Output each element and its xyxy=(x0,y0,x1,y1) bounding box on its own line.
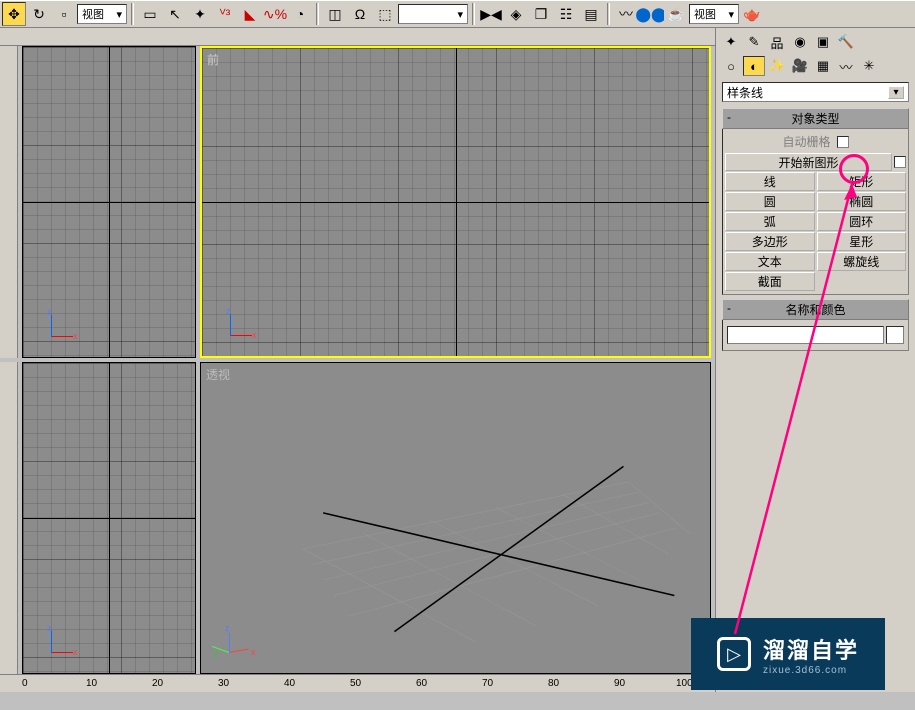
layers-button[interactable]: ❐ xyxy=(529,2,553,26)
viewport-bottom-left[interactable]: xz xyxy=(22,362,196,674)
star-button[interactable]: 星形 xyxy=(817,232,907,251)
toolbar-separator xyxy=(472,3,475,25)
start-new-shape-checkbox[interactable] xyxy=(894,156,906,168)
viewport-perspective[interactable]: 透视 xyxy=(200,362,711,674)
ellipse-button[interactable]: 椭圆 xyxy=(817,192,907,211)
toolbar-separator xyxy=(131,3,134,25)
object-name-input[interactable] xyxy=(727,326,884,344)
name-color-rollout: - 名称和颜色 xyxy=(722,299,909,351)
constraint-button[interactable]: ✦ xyxy=(188,2,212,26)
create-tab-icon[interactable]: ✦ xyxy=(720,32,742,52)
rotate-tool-button[interactable]: ↻ xyxy=(27,2,51,26)
axis-v xyxy=(109,363,110,673)
object-color-swatch[interactable] xyxy=(886,326,904,344)
viewport-label: 透视 xyxy=(206,366,230,383)
shape-type-dropdown[interactable]: 样条线 xyxy=(722,82,909,102)
ngon-button[interactable]: 多边形 xyxy=(725,232,815,251)
helpers-cat-icon[interactable]: ▦ xyxy=(812,56,834,76)
ruler-left xyxy=(0,46,18,358)
lights-cat-icon[interactable]: ✨ xyxy=(766,56,788,76)
shapes-cat-icon[interactable]: ◐ xyxy=(743,56,765,76)
collapse-icon: - xyxy=(727,110,731,124)
section-button[interactable]: 截面 xyxy=(725,272,815,291)
ruler-top xyxy=(0,28,715,46)
main-area: xz 前 xz xyxy=(0,28,915,692)
text-button[interactable]: 文本 xyxy=(725,252,815,271)
arc-button[interactable]: 弧 xyxy=(725,212,815,231)
spinner-snap-button[interactable]: ◔ xyxy=(288,2,312,26)
render-setup-button[interactable]: ⬤⬤ xyxy=(639,2,663,26)
snap-toggle-button[interactable]: ⱽ³ xyxy=(213,2,237,26)
cameras-cat-icon[interactable]: 🎥 xyxy=(789,56,811,76)
autogrid-label: 自动栅格 xyxy=(782,133,830,150)
name-color-header[interactable]: - 名称和颜色 xyxy=(722,299,909,320)
scale-tool-button[interactable]: ▫ xyxy=(52,2,76,26)
spacewarps-cat-icon[interactable]: 〰 xyxy=(835,56,857,76)
material-button[interactable]: ▤ xyxy=(579,2,603,26)
geometry-cat-icon[interactable]: ○ xyxy=(720,56,742,76)
select-button[interactable]: ↖ xyxy=(163,2,187,26)
axis-gizmo: xz xyxy=(222,304,262,344)
mirror-button[interactable]: ▶◀ xyxy=(479,2,503,26)
create-category-row: ○ ◐ ✨ 🎥 ▦ 〰 ✳ xyxy=(718,54,913,78)
viewport-top-left[interactable]: xz xyxy=(22,46,196,358)
watermark-badge: ▷ 溜溜自学 zixue.3d66.com xyxy=(691,618,885,690)
axis-gizmo: xz xyxy=(43,305,83,345)
view-dropdown-2[interactable]: 视图 xyxy=(689,4,739,24)
watermark-title: 溜溜自学 xyxy=(763,633,859,665)
view-dropdown-1[interactable]: 视图 xyxy=(77,4,127,24)
watermark-play-icon: ▷ xyxy=(717,637,751,671)
viewports-area: xz 前 xz xyxy=(0,28,715,692)
autogrid-checkbox[interactable] xyxy=(837,136,849,148)
align-button[interactable]: ◈ xyxy=(504,2,528,26)
ruler-left xyxy=(0,362,18,674)
toolbar-separator xyxy=(316,3,319,25)
ruler-bottom: 0 10 20 30 40 50 60 70 80 90 100 xyxy=(0,674,715,692)
move-tool-button[interactable]: ✥ xyxy=(2,2,26,26)
systems-cat-icon[interactable]: ✳ xyxy=(858,56,880,76)
toggle-button-1[interactable]: ▭ xyxy=(138,2,162,26)
tool-button-a[interactable]: Ω xyxy=(348,2,372,26)
percent-snap-button[interactable]: ∿% xyxy=(263,2,287,26)
rectangle-button[interactable]: 矩形 xyxy=(817,172,907,191)
modify-tab-icon[interactable]: ✎ xyxy=(743,32,765,52)
angle-snap-button[interactable]: ◣ xyxy=(238,2,262,26)
viewport-front[interactable]: 前 xz xyxy=(200,46,711,358)
motion-tab-icon[interactable]: ◉ xyxy=(789,32,811,52)
object-type-rollout: - 对象类型 自动栅格 开始新图形 线 矩形 圆 椭圆 xyxy=(722,108,909,295)
quick-render-button[interactable]: 🫖 xyxy=(740,2,764,26)
watermark-url: zixue.3d66.com xyxy=(763,665,859,676)
tool-button-b[interactable]: ⬚ xyxy=(373,2,397,26)
command-panel-tabs: ✦ ✎ 品 ◉ ▣ 🔨 xyxy=(718,30,913,54)
axis-gizmo: x z y xyxy=(221,621,261,661)
schematic-button[interactable]: ☷ xyxy=(554,2,578,26)
hierarchy-tab-icon[interactable]: 品 xyxy=(766,32,788,52)
axis-v xyxy=(456,48,457,356)
main-toolbar: ✥ ↻ ▫ 视图 ▭ ↖ ✦ ⱽ³ ◣ ∿% ◔ ◫ Ω ⬚ ▶◀ ◈ ❐ ☷ … xyxy=(0,0,915,28)
command-panel: ✦ ✎ 品 ◉ ▣ 🔨 ○ ◐ ✨ 🎥 ▦ 〰 ✳ 样条线 - 对象类型 xyxy=(715,28,915,692)
utilities-tab-icon[interactable]: 🔨 xyxy=(835,32,857,52)
object-type-header[interactable]: - 对象类型 xyxy=(722,108,909,129)
viewport-label: 前 xyxy=(207,51,219,68)
named-selection-dropdown[interactable] xyxy=(398,4,468,24)
helix-button[interactable]: 螺旋线 xyxy=(817,252,907,271)
toolbar-separator xyxy=(607,3,610,25)
start-new-shape-button[interactable]: 开始新图形 xyxy=(725,153,892,171)
autogrid-row: 自动栅格 xyxy=(725,131,906,152)
circle-button[interactable]: 圆 xyxy=(725,192,815,211)
axis-v xyxy=(109,47,110,357)
render-button[interactable]: ☕ xyxy=(664,2,688,26)
line-button[interactable]: 线 xyxy=(725,172,815,191)
axis-gizmo: xz xyxy=(43,621,83,661)
display-tab-icon[interactable]: ▣ xyxy=(812,32,834,52)
named-sel-button[interactable]: ◫ xyxy=(323,2,347,26)
collapse-icon: - xyxy=(727,301,731,315)
donut-button[interactable]: 圆环 xyxy=(817,212,907,231)
